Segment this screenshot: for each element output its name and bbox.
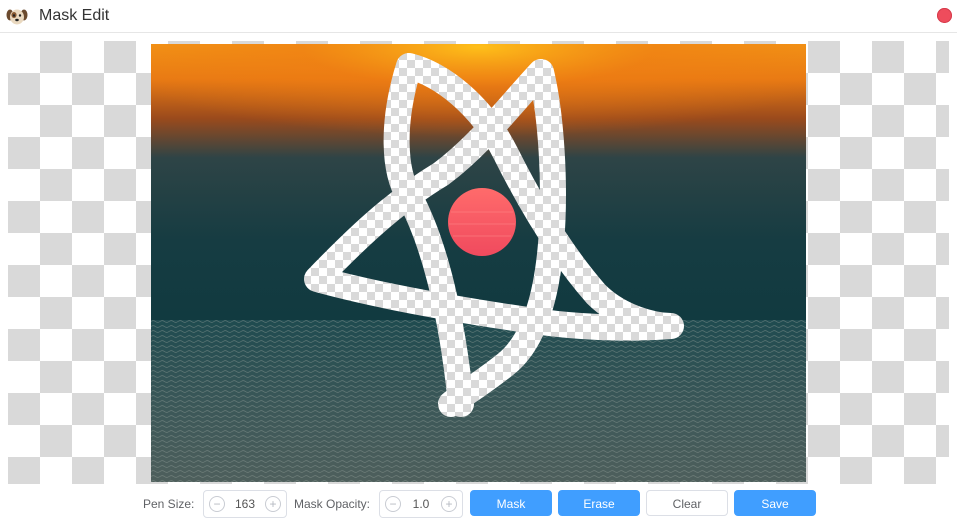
minus-circle-icon[interactable]: − [209,496,225,512]
mask-opacity-value[interactable]: 1.0 [402,497,440,511]
mask-opacity-stepper[interactable]: − 1.0 + [379,490,463,518]
pen-size-stepper[interactable]: − 163 + [203,490,287,518]
close-dot-icon[interactable] [937,8,952,23]
mask-button[interactable]: Mask [470,490,552,516]
plus-circle-icon[interactable]: + [441,496,457,512]
title-bar: Mask Edit [0,0,957,33]
image-canvas[interactable] [151,44,806,482]
mask-opacity-label: Mask Opacity: [294,497,371,511]
minus-circle-icon[interactable]: − [385,496,401,512]
clear-button[interactable]: Clear [646,490,728,516]
bottom-toolbar: Pen Size: − 163 + Mask Opacity: − 1.0 + … [0,484,957,525]
save-button[interactable]: Save [734,490,816,516]
dog-face-icon [6,9,28,25]
pen-size-value[interactable]: 163 [226,497,264,511]
pen-size-label: Pen Size: [143,497,195,511]
erase-button[interactable]: Erase [558,490,640,516]
plus-circle-icon[interactable]: + [265,496,281,512]
window-title: Mask Edit [39,7,110,24]
